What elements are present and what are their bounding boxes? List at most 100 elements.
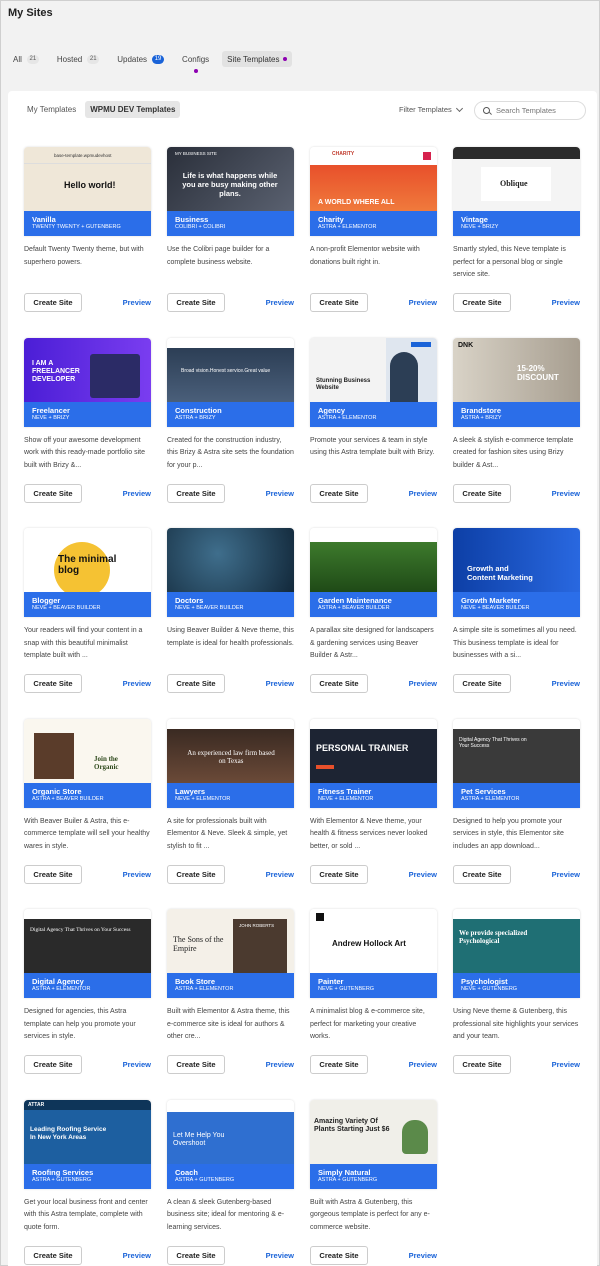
preview-link[interactable]: Preview	[409, 1251, 437, 1260]
create-site-button[interactable]: Create Site	[167, 1055, 225, 1074]
template-thumbnail[interactable]: CHARITY A WORLD WHERE ALL Charity ASTRA + E…	[310, 147, 437, 236]
preview-link[interactable]: Preview	[409, 489, 437, 498]
template-actions: Create Site Preview	[453, 674, 580, 693]
create-site-button[interactable]: Create Site	[24, 1245, 82, 1265]
tab-site-templates[interactable]: Site Templates	[222, 51, 292, 67]
create-site-button[interactable]: Create Site	[167, 483, 225, 503]
filter-templates-dropdown[interactable]: Filter Templates	[399, 104, 463, 114]
tab-configs[interactable]: Configs	[177, 51, 214, 73]
create-site-button[interactable]: Create Site	[310, 864, 368, 884]
create-site-button[interactable]: Create Site	[24, 674, 82, 693]
create-site-button[interactable]: Create Site	[167, 293, 225, 312]
create-site-button[interactable]: Create Site	[167, 674, 225, 693]
template-thumbnail[interactable]: Join the Organic Organic Store ASTRA + BEA…	[24, 718, 151, 808]
preview-link[interactable]: Preview	[409, 298, 437, 307]
template-thumbnail[interactable]: ATTAR Leading Roofing Service In New York…	[24, 1099, 151, 1189]
preview-link[interactable]: Preview	[552, 679, 580, 688]
create-site-button[interactable]: Create Site	[310, 483, 368, 503]
template-thumbnail[interactable]: I AM A FREELANCER DEVELOPER Freelancer NEV…	[24, 337, 151, 427]
template-thumbnail[interactable]: Oblique Vintage NEVE + BRIZY	[453, 147, 580, 236]
preview-link[interactable]: Preview	[266, 870, 294, 879]
preview-link[interactable]: Preview	[266, 298, 294, 307]
thumb-text: An experienced law firm based on Texas	[187, 748, 275, 765]
template-thumbnail[interactable]: Garden Maintenance ASTRA + BEAVER BUILDER	[310, 528, 437, 617]
preview-link[interactable]: Preview	[123, 679, 151, 688]
template-card: Garden Maintenance ASTRA + BEAVER BUILDER…	[310, 528, 437, 697]
template-stack: NEVE + GUTENBERG	[461, 986, 518, 992]
filter-label: Filter Templates	[399, 105, 452, 114]
preview-link[interactable]: Preview	[123, 1251, 151, 1260]
preview-link[interactable]: Preview	[552, 870, 580, 879]
template-thumbnail[interactable]: An experienced law firm based on Texas La…	[167, 718, 294, 808]
template-card: base-template.wpmudevhost Hello world! Van…	[24, 147, 151, 316]
template-thumbnail[interactable]: The minimal blog Blogger NEVE + BEAVER BUI…	[24, 528, 151, 617]
preview-link[interactable]: Preview	[123, 489, 151, 498]
create-site-button[interactable]: Create Site	[24, 293, 82, 312]
create-site-button[interactable]: Create Site	[453, 1055, 511, 1074]
create-site-button[interactable]: Create Site	[310, 1055, 368, 1074]
thumb-text: ATTAR	[28, 1101, 45, 1108]
create-site-button[interactable]: Create Site	[453, 293, 511, 312]
create-site-button[interactable]: Create Site	[310, 674, 368, 693]
template-thumbnail[interactable]: Growth and Content Marketing Growth Marke…	[453, 528, 580, 617]
create-site-button[interactable]: Create Site	[167, 1245, 225, 1265]
template-thumbnail[interactable]: Let Me Help You Overshoot Coach ASTRA + GU…	[167, 1099, 294, 1189]
preview-link[interactable]: Preview	[552, 489, 580, 498]
template-preview-image: We provide specialized Psychological	[453, 909, 580, 973]
preview-link[interactable]: Preview	[266, 1251, 294, 1260]
preview-link[interactable]: Preview	[123, 1060, 151, 1069]
template-thumbnail[interactable]: We provide specialized Psychological Psyc…	[453, 909, 580, 998]
template-title-bar: Painter NEVE + GUTENBERG	[310, 973, 437, 998]
template-thumbnail[interactable]: Doctors NEVE + BEAVER BUILDER	[167, 528, 294, 617]
create-site-button[interactable]: Create Site	[310, 1245, 368, 1265]
search-box[interactable]	[474, 101, 586, 120]
create-site-button[interactable]: Create Site	[24, 1055, 82, 1074]
tab-hosted[interactable]: Hosted 21	[52, 51, 104, 67]
template-thumbnail[interactable]: Digital Agency That Thrives on Your Succ…	[453, 718, 580, 808]
create-site-button[interactable]: Create Site	[24, 483, 82, 503]
thumb-text: Broad vision.Honest service.Great value	[181, 367, 271, 374]
preview-link[interactable]: Preview	[266, 489, 294, 498]
preview-link[interactable]: Preview	[409, 870, 437, 879]
template-thumbnail[interactable]: DNK 15-20% DISCOUNT Brandstore ASTRA + BRIZ…	[453, 337, 580, 427]
template-thumbnail[interactable]: Amazing Variety Of Plants Starting Just …	[310, 1099, 437, 1189]
template-thumbnail[interactable]: Andrew Hollock Art Painter NEVE + GUTENBER…	[310, 909, 437, 998]
template-preview-image: ATTAR Leading Roofing Service In New York…	[24, 1099, 151, 1164]
template-stack: COLIBRI + COLIBRI	[175, 224, 226, 230]
create-site-button[interactable]: Create Site	[310, 293, 368, 312]
tab-wpmu-dev-templates[interactable]: WPMU DEV Templates	[85, 101, 181, 118]
search-input[interactable]	[496, 106, 576, 115]
preview-link[interactable]: Preview	[409, 679, 437, 688]
tab-all[interactable]: All 21	[8, 51, 44, 67]
preview-link[interactable]: Preview	[266, 679, 294, 688]
template-actions: Create Site Preview	[24, 864, 151, 884]
template-thumbnail[interactable]: Stunning Business Website Agency ASTRA + E…	[310, 337, 437, 427]
preview-link[interactable]: Preview	[552, 298, 580, 307]
tab-updates[interactable]: Updates 19	[112, 51, 169, 67]
preview-link[interactable]: Preview	[409, 1060, 437, 1069]
template-thumbnail[interactable]: The Sons of the Empire JOHN ROBERTS Book S…	[167, 909, 294, 998]
template-title-bar: Vintage NEVE + BRIZY	[453, 211, 580, 236]
template-thumbnail[interactable]: Digital Agency That Thrives on Your Succ…	[24, 909, 151, 998]
create-site-button[interactable]: Create Site	[24, 864, 82, 884]
create-site-button[interactable]: Create Site	[453, 674, 511, 693]
preview-link[interactable]: Preview	[266, 1060, 294, 1069]
template-preview-image: Broad vision.Honest service.Great value	[167, 337, 294, 402]
tab-my-templates[interactable]: My Templates	[22, 101, 81, 118]
create-site-button[interactable]: Create Site	[167, 864, 225, 884]
template-thumbnail[interactable]: PERSONAL TRAINER Fitness Trainer NEVE + EL…	[310, 718, 437, 808]
template-title-bar: Freelancer NEVE + BRIZY	[24, 401, 151, 427]
template-stack: ASTRA + ELEMENTOR	[175, 986, 234, 992]
template-thumbnail[interactable]: base-template.wpmudevhost Hello world! Van…	[24, 147, 151, 236]
template-thumbnail[interactable]: Broad vision.Honest service.Great value C…	[167, 337, 294, 427]
template-thumbnail[interactable]: MY BUSINESS SITE Life is what happens whi…	[167, 147, 294, 236]
template-card: CHARITY A WORLD WHERE ALL Charity ASTRA + E…	[310, 147, 437, 316]
template-preview-image: Join the Organic	[24, 718, 151, 783]
preview-link[interactable]: Preview	[123, 870, 151, 879]
template-card: Growth and Content Marketing Growth Marke…	[453, 528, 580, 697]
create-site-button[interactable]: Create Site	[453, 483, 511, 503]
template-preview-image: Digital Agency That Thrives on Your Succ…	[24, 909, 151, 973]
preview-link[interactable]: Preview	[552, 1060, 580, 1069]
preview-link[interactable]: Preview	[123, 298, 151, 307]
create-site-button[interactable]: Create Site	[453, 864, 511, 884]
